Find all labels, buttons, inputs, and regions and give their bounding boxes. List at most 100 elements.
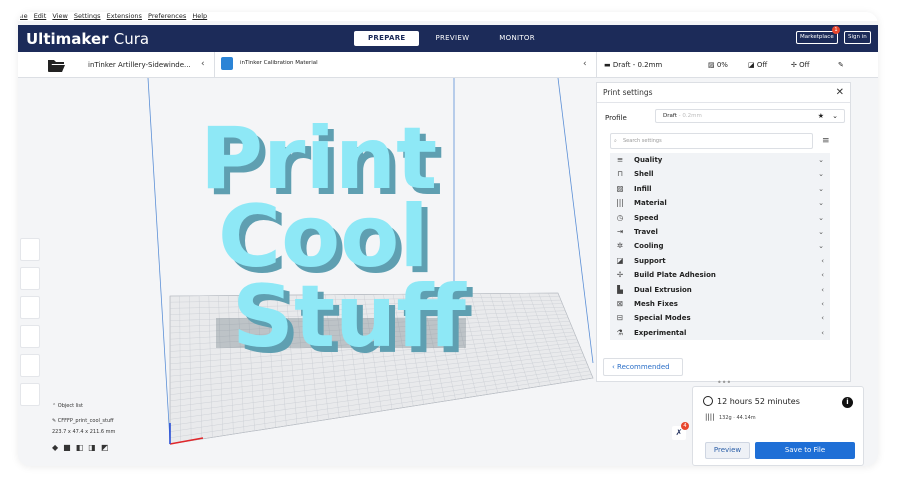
support-blocker-icon[interactable] bbox=[20, 383, 40, 406]
profile-dropdown[interactable]: Draft - 0.2mm ★ ⌄ bbox=[655, 109, 845, 123]
menu-preferences[interactable]: Preferences bbox=[148, 12, 186, 20]
adhesion-icon: ✢ bbox=[616, 270, 624, 280]
chevron-left-icon: ‹ bbox=[821, 299, 824, 308]
machine-selector[interactable]: inTinker Artillery-Sidewinde... bbox=[88, 61, 191, 69]
profile-label: Profile bbox=[605, 114, 627, 122]
open-folder-icon[interactable] bbox=[46, 56, 66, 74]
star-icon[interactable]: ★ bbox=[818, 110, 824, 122]
setting-category-material[interactable]: ||| Material ⌄ bbox=[610, 196, 830, 211]
setting-category-travel[interactable]: ⇥ Travel ⌄ bbox=[610, 224, 830, 240]
adhesion-summary[interactable]: ✢ Off bbox=[791, 61, 809, 69]
profile-icon: ▬ bbox=[604, 61, 613, 69]
mirror-tool-icon[interactable] bbox=[20, 325, 40, 348]
travel-icon: ⇥ bbox=[616, 226, 624, 236]
profile-summary-text: Draft - 0.2mm bbox=[612, 61, 663, 69]
setting-category-experimental[interactable]: ⚗ Experimental ‹ bbox=[610, 325, 830, 341]
menu-settings[interactable]: Settings bbox=[74, 12, 101, 20]
search-placeholder: Search settings bbox=[623, 138, 662, 144]
print-settings-panel: Print settings ✕ Profile Draft - 0.2mm ★… bbox=[596, 82, 851, 382]
menu-bar: ile Edit View Settings Extensions Prefer… bbox=[18, 12, 878, 21]
move-tool-icon[interactable] bbox=[20, 238, 40, 261]
preview-button[interactable]: Preview bbox=[705, 442, 750, 459]
material-estimate: 132g · 44.14m bbox=[719, 415, 756, 421]
speed-icon: ◷ bbox=[616, 212, 624, 222]
chevron-down-icon: ⌄ bbox=[818, 184, 824, 193]
tab-prepare[interactable]: PREPARE bbox=[354, 31, 420, 46]
app-window: ile Edit View Settings Extensions Prefer… bbox=[18, 12, 878, 466]
rotate-tool-icon[interactable] bbox=[20, 296, 40, 319]
profile-value: Draft bbox=[663, 113, 677, 119]
infill-icon: ▨ bbox=[616, 183, 624, 193]
signin-button[interactable]: Sign in bbox=[844, 31, 871, 44]
category-label: Speed bbox=[634, 213, 659, 222]
chevron-left-icon: ‹ bbox=[821, 328, 824, 337]
marketplace-button[interactable]: Marketplace bbox=[796, 31, 838, 44]
setting-category-mesh-fixes[interactable]: ⊠ Mesh Fixes ‹ bbox=[610, 296, 830, 312]
settings-categories: ≡ Quality ⌄ ⊓ Shell ⌄ ▨ Infill ⌄ ||| Material ⌄ ◷ Spe… bbox=[610, 153, 830, 356]
3d-viewport[interactable]: Print Print Cool Cool Stuff Stuff ⌃ Obje… bbox=[18, 77, 596, 466]
search-input[interactable]: ⌕ Search settings bbox=[610, 133, 813, 149]
scale-tool-icon[interactable] bbox=[20, 267, 40, 290]
panel-header: Print settings ✕ bbox=[597, 83, 850, 103]
object-name: CFFFP_print_cool_stuff bbox=[57, 418, 114, 424]
cooling-icon: ✲ bbox=[616, 241, 624, 251]
infill-icon: ▨ bbox=[708, 61, 717, 69]
per-model-settings-icon[interactable] bbox=[20, 354, 40, 377]
setting-category-build-plate-adhesion[interactable]: ✢ Build Plate Adhesion ‹ bbox=[610, 268, 830, 283]
view-orientation-buttons[interactable]: ◆■◧◨◩ bbox=[52, 443, 115, 452]
support-summary-text: Off bbox=[756, 61, 768, 69]
menu-extensions[interactable]: Extensions bbox=[107, 12, 142, 20]
profile-dim: - 0.2mm bbox=[678, 113, 702, 119]
category-label: Mesh Fixes bbox=[634, 299, 678, 308]
adhesion-icon: ✢ bbox=[791, 61, 800, 69]
support-icon: ◪ bbox=[616, 255, 624, 265]
info-icon[interactable]: i bbox=[842, 397, 853, 408]
material-selector[interactable]: inTinker Calibration Material bbox=[240, 60, 318, 66]
chevron-left-icon[interactable]: ‹ bbox=[201, 59, 205, 69]
category-label: Shell bbox=[634, 170, 654, 179]
category-label: Build Plate Adhesion bbox=[634, 271, 716, 280]
edit-pencil-icon[interactable]: ✎ bbox=[838, 61, 844, 69]
toolbar: inTinker Artillery-Sidewinde... ‹ inTink… bbox=[18, 52, 878, 78]
setting-category-support[interactable]: ◪ Support ‹ bbox=[610, 253, 830, 269]
setting-category-speed[interactable]: ◷ Speed ⌄ bbox=[610, 210, 830, 225]
panel-title: Print settings bbox=[603, 88, 653, 97]
category-label: Support bbox=[634, 256, 666, 265]
support-icon: ◪ bbox=[748, 61, 757, 69]
setting-category-cooling[interactable]: ✲ Cooling ⌄ bbox=[610, 239, 830, 254]
search-icon: ⌕ bbox=[614, 138, 617, 144]
special-modes-icon: ⊟ bbox=[616, 313, 624, 323]
chevron-left-icon: ‹ bbox=[821, 285, 824, 294]
setting-category-special-modes[interactable]: ⊟ Special Modes ‹ bbox=[610, 311, 830, 326]
setting-category-quality[interactable]: ≡ Quality ⌄ bbox=[610, 153, 830, 168]
tool-panel bbox=[20, 238, 40, 412]
model[interactable]: Print Print Cool Cool Stuff Stuff bbox=[200, 109, 473, 373]
setting-category-dual-extrusion[interactable]: ▙ Dual Extrusion ‹ bbox=[610, 282, 830, 297]
chevron-down-icon: ⌄ bbox=[818, 170, 824, 179]
save-to-file-button[interactable]: Save to File bbox=[755, 442, 855, 459]
support-summary[interactable]: ◪ Off bbox=[748, 61, 767, 69]
infill-summary[interactable]: ▨ 0% bbox=[708, 61, 728, 69]
chevron-down-icon: ⌄ bbox=[818, 213, 824, 222]
tab-preview[interactable]: PREVIEW bbox=[421, 31, 483, 46]
menu-icon[interactable]: ≡ bbox=[822, 136, 830, 146]
close-icon[interactable]: ✕ bbox=[836, 83, 844, 103]
profile-summary[interactable]: ▬ Draft - 0.2mm bbox=[604, 61, 662, 69]
shell-icon: ⊓ bbox=[617, 169, 623, 179]
menu-view[interactable]: View bbox=[52, 12, 67, 20]
object-item[interactable]: ✎ CFFFP_print_cool_stuff bbox=[52, 418, 115, 424]
tab-monitor[interactable]: MONITOR bbox=[485, 31, 549, 46]
chevron-down-icon: ⌄ bbox=[818, 199, 824, 208]
chevron-down-icon: ⌄ bbox=[832, 112, 838, 120]
menu-edit[interactable]: Edit bbox=[34, 12, 47, 20]
extruder-icon bbox=[221, 57, 233, 70]
setting-category-shell[interactable]: ⊓ Shell ⌄ bbox=[610, 167, 830, 182]
model-text-stuff: Stuff bbox=[232, 267, 467, 367]
object-list-toggle[interactable]: ⌃ Object list bbox=[52, 403, 115, 409]
menu-help[interactable]: Help bbox=[192, 12, 207, 20]
setting-category-infill[interactable]: ▨ Infill ⌄ bbox=[610, 181, 830, 197]
recommended-label: Recommended bbox=[617, 363, 670, 371]
menu-file[interactable]: ile bbox=[20, 12, 28, 20]
collapse-chevron-icon[interactable]: ‹ bbox=[583, 59, 587, 69]
recommended-button[interactable]: ‹ Recommended bbox=[603, 358, 683, 376]
